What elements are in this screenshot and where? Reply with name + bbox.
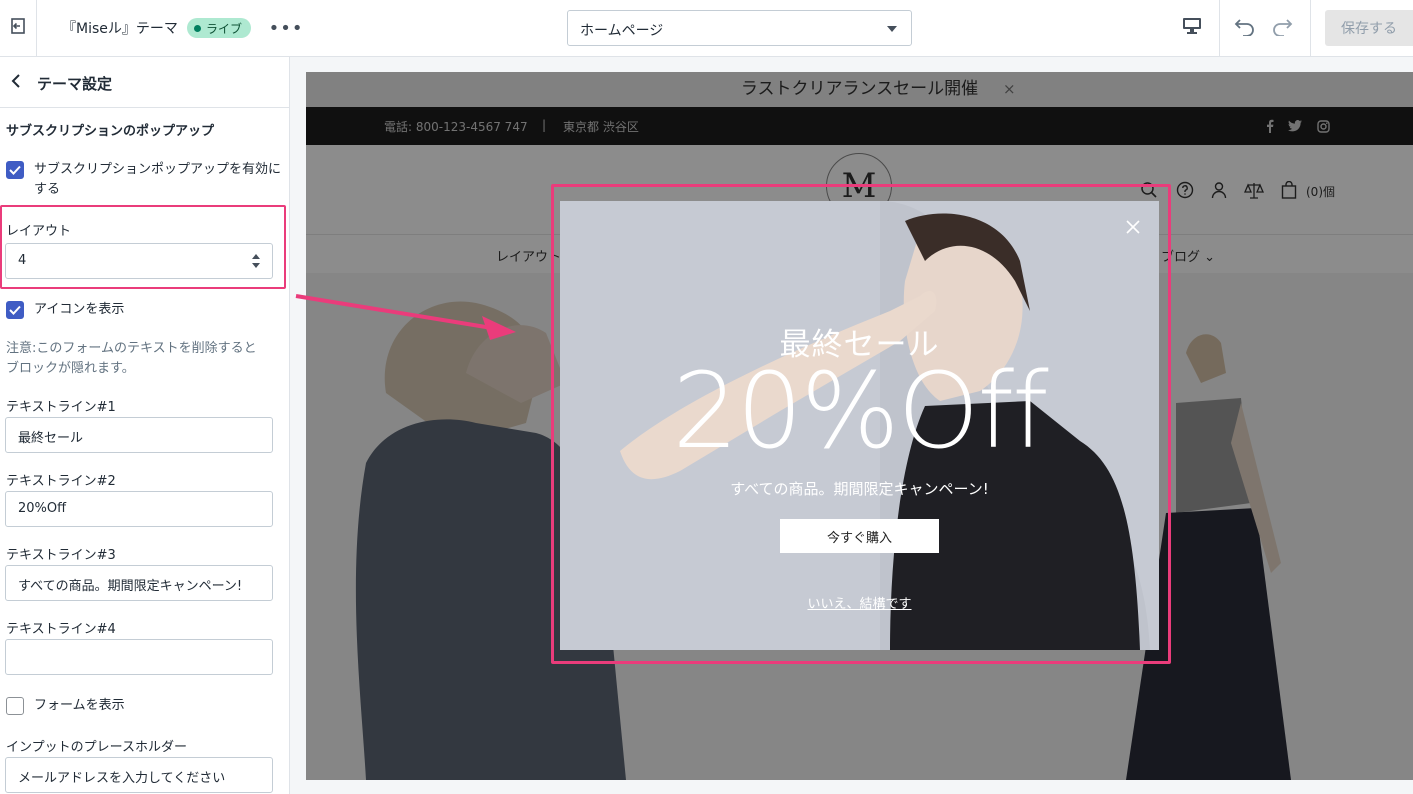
chevron-down-icon <box>887 26 897 32</box>
topbar-divider <box>1219 0 1220 56</box>
help-note: 注意:このフォームのテキストを削除するとブロックが隠れます。 <box>6 341 257 376</box>
back-button[interactable] <box>6 71 26 93</box>
enable-popup-label: サブスクリプションポップアップを有効にする <box>34 162 282 197</box>
placeholder-input[interactable]: メールアドレスを入力してください <box>5 757 273 793</box>
editor-topbar: 『Miseル』テーマ ライブ ••• ホームページ 保存する <box>0 0 1413 57</box>
live-dot-icon <box>194 24 201 32</box>
text-line-2-input[interactable]: 20%Off <box>5 491 273 527</box>
show-form-label: フォームを表示 <box>34 698 125 713</box>
page-selector-value: ホームページ <box>580 23 664 39</box>
text-line-4-label: テキストライン#4 <box>6 622 116 637</box>
redo-button[interactable] <box>1267 14 1297 42</box>
subscription-popup: 最終セール 20%Off すべての商品。期間限定キャンペーン! 今すぐ購入 いい… <box>560 201 1159 650</box>
text-line-1-label: テキストライン#1 <box>6 400 116 415</box>
desktop-icon <box>1182 17 1202 39</box>
text-line-1-input[interactable]: 最終セール <box>5 417 273 453</box>
popup-buy-button[interactable]: 今すぐ購入 <box>780 519 939 553</box>
show-icon-checkbox-row[interactable]: アイコンを表示 <box>6 300 284 320</box>
desktop-view-button[interactable] <box>1176 12 1208 44</box>
text-line-3-label: テキストライン#3 <box>6 548 116 563</box>
more-icon: ••• <box>268 17 304 39</box>
exit-icon <box>9 17 27 39</box>
undo-button[interactable] <box>1230 14 1260 42</box>
checkmark-icon <box>9 165 21 175</box>
show-icon-checkbox[interactable] <box>6 301 24 319</box>
more-actions-button[interactable]: ••• <box>269 17 303 39</box>
chevron-left-icon <box>11 73 21 92</box>
popup-text-line-3: すべての商品。期間限定キャンペーン! <box>730 480 989 498</box>
layout-highlight-box <box>0 205 286 289</box>
sidebar-title: テーマ設定 <box>37 75 113 93</box>
theme-name: 『Miseル』テーマ <box>62 21 178 37</box>
theme-settings-sidebar: テーマ設定 サブスクリプションのポップアップ サブスクリプションポップアップを有… <box>0 57 290 794</box>
show-form-checkbox-row[interactable]: フォームを表示 <box>6 696 284 716</box>
show-icon-label: アイコンを表示 <box>34 302 125 317</box>
undo-icon <box>1234 16 1256 40</box>
popup-decline-link[interactable]: いいえ、結構です <box>560 593 1159 612</box>
redo-icon <box>1271 16 1293 40</box>
text-line-3-input[interactable]: すべての商品。期間限定キャンペーン! <box>5 565 273 601</box>
text-line-4-input[interactable] <box>5 639 273 675</box>
enable-popup-checkbox-row[interactable]: サブスクリプションポップアップを有効にする <box>6 160 284 200</box>
text-line-2-label: テキストライン#2 <box>6 474 116 489</box>
section-title: サブスクリプションのポップアップ <box>6 124 215 139</box>
live-badge-label: ライブ <box>206 21 243 36</box>
popup-close-button[interactable] <box>1123 217 1143 237</box>
live-status-badge: ライブ <box>187 18 252 38</box>
annotation-arrow-icon <box>295 294 516 340</box>
enable-popup-checkbox[interactable] <box>6 161 24 179</box>
topbar-divider <box>1310 0 1311 56</box>
show-form-checkbox[interactable] <box>6 697 24 715</box>
placeholder-label: インプットのプレースホルダー <box>6 740 187 755</box>
checkmark-icon <box>9 305 21 315</box>
popup-text-line-2: 20%Off <box>672 350 1048 472</box>
save-button[interactable]: 保存する <box>1325 10 1413 46</box>
page-selector[interactable]: ホームページ <box>567 10 912 46</box>
exit-button[interactable] <box>0 0 37 56</box>
close-icon <box>1126 220 1140 234</box>
sidebar-header: テーマ設定 <box>0 57 289 108</box>
